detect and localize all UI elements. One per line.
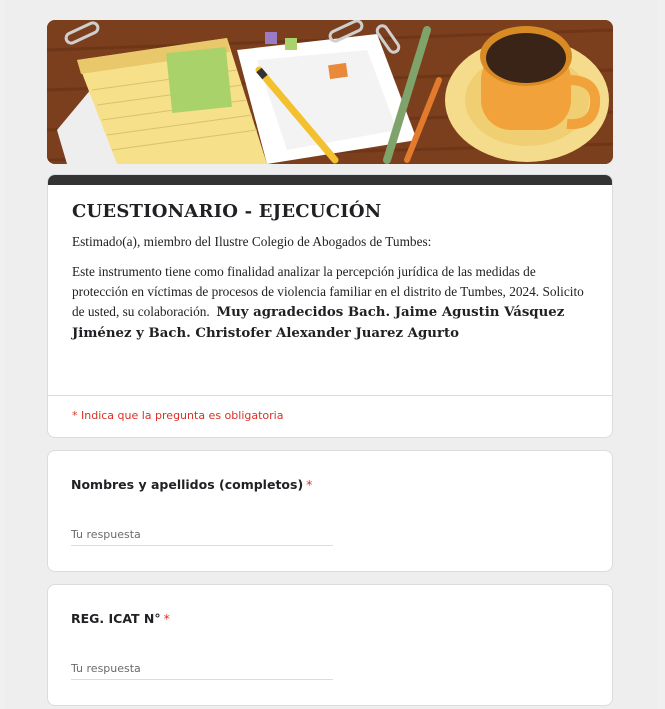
header-banner-image: [47, 20, 613, 164]
question-text: Nombres y apellidos (completos): [71, 477, 304, 492]
required-asterisk: *: [306, 477, 313, 492]
full-name-input[interactable]: [71, 523, 333, 546]
question-text: REG. ICAT N°: [71, 611, 161, 626]
form-description: Este instrumento tiene como finalidad an…: [72, 262, 588, 344]
desk-illustration: [47, 20, 613, 164]
header-divider: [48, 395, 612, 396]
required-note: * Indica que la pregunta es obligatoria: [72, 409, 284, 422]
form-title: CUESTIONARIO - EJECUCIÓN: [72, 201, 382, 222]
form-header-card: CUESTIONARIO - EJECUCIÓN Estimado(a), mi…: [47, 174, 613, 438]
question-label-full-name: Nombres y apellidos (completos) *: [71, 477, 312, 492]
question-card-full-name: Nombres y apellidos (completos) *: [47, 450, 613, 572]
required-asterisk: *: [163, 611, 170, 626]
reg-icat-input[interactable]: [71, 657, 333, 680]
form-greeting: Estimado(a), miembro del Ilustre Colegio…: [72, 234, 432, 249]
header-accent-bar: [48, 175, 612, 185]
question-label-reg-icat: REG. ICAT N° *: [71, 611, 170, 626]
question-card-reg-icat: REG. ICAT N° *: [47, 584, 613, 706]
